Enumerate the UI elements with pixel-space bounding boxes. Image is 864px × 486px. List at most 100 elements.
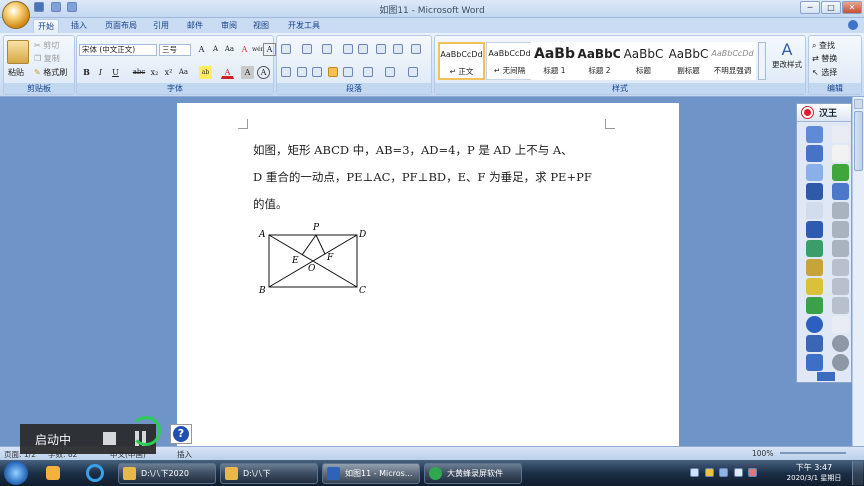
underline-button[interactable]: U [109, 66, 122, 79]
taskbar-item[interactable]: D:\八下 [220, 463, 318, 484]
globe-icon[interactable] [806, 240, 823, 257]
select-button[interactable]: ↖ 选择 [812, 67, 837, 78]
numbering-icon[interactable] [301, 44, 312, 54]
hand-icon[interactable] [832, 145, 849, 162]
tab-home[interactable]: 开始 [33, 19, 59, 33]
font-name-select[interactable]: 宋体 (中文正文) [79, 44, 157, 56]
align-center-icon[interactable] [296, 67, 307, 77]
ie-icon[interactable] [86, 464, 104, 482]
tab-page-layout[interactable]: 页面布局 [100, 19, 142, 33]
char-shading-button[interactable]: A [241, 66, 254, 79]
tab-mailings[interactable]: 邮件 [182, 19, 208, 33]
show-marks-icon[interactable] [410, 44, 421, 54]
style-heading-2[interactable]: AaBbC 标题 2 [576, 42, 623, 80]
decrease-indent-icon[interactable] [342, 44, 353, 54]
font-color-button[interactable]: A [221, 66, 234, 79]
grow-font-button[interactable]: A [195, 43, 208, 56]
select-icon[interactable] [832, 316, 849, 333]
shrink-font-button[interactable]: A [209, 43, 222, 56]
minimize-button[interactable]: ─ [800, 1, 820, 14]
borders-icon[interactable] [407, 67, 418, 77]
document-text[interactable]: 如图，矩形 ABCD 中，AB=3，AD=4，P 是 AD 上不与 A、 D 重… [253, 137, 613, 218]
pen-icon[interactable] [806, 126, 823, 143]
taskbar-item[interactable]: 大黄蜂录屏软件 [424, 463, 522, 484]
bold-button[interactable]: B [80, 66, 93, 79]
close-button[interactable]: ✕ [842, 1, 862, 14]
media-player-icon[interactable] [46, 466, 60, 480]
style-no-spacing[interactable]: AaBbCcDd ↵ 无间隔 [486, 42, 533, 80]
copy-page-icon[interactable] [832, 259, 849, 276]
printer-icon[interactable] [832, 240, 849, 257]
insert-mode[interactable]: 插入 [177, 449, 192, 460]
styles-scroll[interactable] [758, 42, 766, 80]
wrench-icon[interactable] [806, 335, 823, 352]
highlight-button[interactable]: ab [199, 66, 212, 79]
find-button[interactable]: ⌕ 查找 [812, 40, 835, 51]
tab-insert[interactable]: 插入 [66, 19, 92, 33]
office-button[interactable] [2, 1, 30, 29]
highlighter-icon[interactable] [806, 145, 823, 162]
tab-view[interactable]: 视图 [248, 19, 274, 33]
maximize-button[interactable]: □ [821, 1, 841, 14]
chinese-layout-icon[interactable] [375, 44, 386, 54]
multilevel-list-icon[interactable] [322, 44, 333, 54]
volume-icon[interactable] [733, 468, 743, 477]
font-size-select[interactable]: 三号 [159, 44, 191, 56]
clear-format-button[interactable]: A [238, 43, 251, 56]
scissors-icon[interactable] [832, 297, 849, 314]
distributed-icon[interactable] [343, 67, 354, 77]
bullets-icon[interactable] [281, 44, 291, 54]
increase-indent-icon[interactable] [358, 44, 369, 54]
change-styles-button[interactable]: A 更改样式 [770, 40, 804, 80]
strikethrough-button[interactable]: abc [131, 66, 147, 79]
screen-icon[interactable] [832, 183, 849, 200]
start-button[interactable] [4, 461, 28, 485]
tab-developer[interactable]: 开发工具 [283, 19, 325, 33]
superscript-button[interactable]: x² [162, 66, 175, 79]
shapes-icon[interactable] [806, 259, 823, 276]
sort-icon[interactable] [393, 44, 404, 54]
magnet-icon[interactable] [806, 297, 823, 314]
recorder-help-button[interactable]: ? [170, 424, 192, 444]
change-case-button[interactable]: Aa [223, 43, 236, 56]
align-right-icon[interactable] [312, 67, 323, 77]
shading-icon[interactable] [385, 67, 396, 77]
next-icon[interactable] [832, 354, 849, 371]
justify-icon[interactable] [327, 67, 338, 77]
taskbar-item[interactable]: D:\八下2020 [118, 463, 216, 484]
compass-icon[interactable] [806, 221, 823, 238]
funnel-icon[interactable] [806, 278, 823, 295]
tray-icon[interactable] [704, 468, 714, 477]
style-subtitle[interactable]: AaBbC 副标题 [665, 42, 712, 80]
scroll-up-icon[interactable] [854, 99, 863, 109]
style-subtle-emphasis[interactable]: AaBbCcDd 不明显强调 [709, 42, 756, 80]
fill-icon[interactable] [806, 183, 823, 200]
tab-references[interactable]: 引用 [148, 19, 174, 33]
subscript-button[interactable]: x₂ [148, 66, 161, 79]
help-icon[interactable] [848, 20, 858, 30]
enclose-char-button[interactable]: A [257, 66, 270, 79]
char-border-button[interactable]: A [263, 43, 276, 56]
zoom-slider[interactable] [780, 452, 846, 454]
clock[interactable]: 下午 3:47 2020/3/1 星期日 [784, 462, 844, 484]
previous-icon[interactable] [832, 335, 849, 352]
italic-button[interactable]: I [94, 66, 107, 79]
zoom-level[interactable]: 100% [752, 449, 773, 458]
stop-icon[interactable] [103, 432, 116, 445]
paste-button[interactable]: 粘贴 [8, 67, 24, 78]
replace-button[interactable]: ⇄ 替换 [812, 53, 837, 64]
style-title[interactable]: AaBbC 标题 [620, 42, 667, 80]
tab-review[interactable]: 审阅 [216, 19, 242, 33]
show-desktop-button[interactable] [852, 461, 863, 485]
tray-icon[interactable] [748, 468, 758, 477]
question-icon[interactable] [806, 316, 823, 333]
style-heading-1[interactable]: AaBb 标题 1 [531, 42, 578, 80]
print-icon[interactable] [832, 202, 849, 219]
document-icon[interactable] [832, 278, 849, 295]
zoom-icon[interactable] [832, 164, 849, 181]
scroll-thumb[interactable] [854, 111, 863, 171]
line-icon[interactable] [806, 202, 823, 219]
network-icon[interactable] [719, 468, 729, 477]
eraser-icon[interactable] [806, 164, 823, 181]
align-left-icon[interactable] [281, 67, 291, 77]
